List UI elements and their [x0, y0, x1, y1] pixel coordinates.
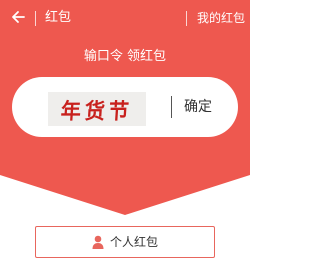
- confirm-button[interactable]: 确定: [184, 97, 212, 117]
- prompt-text: 输口令 领红包: [83, 49, 167, 64]
- page-title: 红包: [45, 10, 72, 25]
- top-bar: 红包 我的红包: [0, 0, 250, 36]
- captcha-image: 年货节: [48, 92, 146, 126]
- header-divider: [35, 11, 36, 26]
- my-redpacket-link[interactable]: 我的红包: [197, 10, 245, 26]
- person-icon: [92, 235, 104, 249]
- personal-redpacket-button[interactable]: 个人红包: [35, 226, 215, 258]
- header-divider-right: [186, 11, 187, 26]
- back-button[interactable]: [6, 6, 30, 30]
- captcha-text: 年货节: [60, 97, 134, 124]
- personal-redpacket-label: 个人红包: [109, 235, 158, 249]
- input-separator: [171, 96, 172, 118]
- arrow-left-icon: [11, 9, 25, 28]
